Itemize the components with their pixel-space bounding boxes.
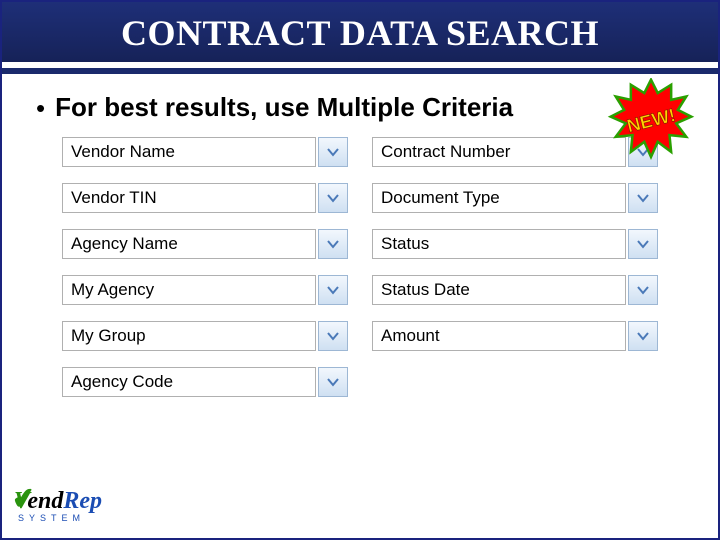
field-label: Vendor TIN bbox=[62, 183, 316, 213]
chevron-down-icon bbox=[326, 237, 340, 251]
field-status: Status bbox=[372, 229, 658, 259]
chevron-down-icon bbox=[636, 329, 650, 343]
dropdown-button[interactable] bbox=[628, 321, 658, 351]
dropdown-button[interactable] bbox=[628, 229, 658, 259]
field-status-date: Status Date bbox=[372, 275, 658, 305]
field-label: Status Date bbox=[372, 275, 626, 305]
field-agency-name: Agency Name bbox=[62, 229, 348, 259]
field-label: Agency Name bbox=[62, 229, 316, 259]
dropdown-button[interactable] bbox=[628, 183, 658, 213]
vendrep-logo: ✔ VendRep SYSTEM bbox=[14, 488, 144, 530]
left-column: Vendor Name Vendor TIN Agency Name My Ag… bbox=[62, 137, 348, 413]
page-title: CONTRACT DATA SEARCH bbox=[2, 2, 718, 68]
field-label: Agency Code bbox=[62, 367, 316, 397]
criteria-columns: Vendor Name Vendor TIN Agency Name My Ag… bbox=[2, 131, 718, 413]
bullet-icon: • bbox=[36, 95, 45, 121]
chevron-down-icon bbox=[326, 329, 340, 343]
field-label: Contract Number bbox=[372, 137, 626, 167]
field-vendor-name: Vendor Name bbox=[62, 137, 348, 167]
field-label: Document Type bbox=[372, 183, 626, 213]
field-agency-code: Agency Code bbox=[62, 367, 348, 397]
dropdown-button[interactable] bbox=[628, 275, 658, 305]
dropdown-button[interactable] bbox=[318, 137, 348, 167]
dropdown-button[interactable] bbox=[318, 183, 348, 213]
field-label: Vendor Name bbox=[62, 137, 316, 167]
field-my-agency: My Agency bbox=[62, 275, 348, 305]
dropdown-button[interactable] bbox=[318, 275, 348, 305]
field-vendor-tin: Vendor TIN bbox=[62, 183, 348, 213]
chevron-down-icon bbox=[326, 375, 340, 389]
field-label: Status bbox=[372, 229, 626, 259]
field-label: My Agency bbox=[62, 275, 316, 305]
chevron-down-icon bbox=[326, 283, 340, 297]
chevron-down-icon bbox=[636, 191, 650, 205]
subtitle-text: For best results, use Multiple Criteria bbox=[55, 92, 513, 123]
field-label: Amount bbox=[372, 321, 626, 351]
field-document-type: Document Type bbox=[372, 183, 658, 213]
chevron-down-icon bbox=[326, 191, 340, 205]
logo-subtext: SYSTEM bbox=[14, 513, 144, 523]
subtitle-row: • For best results, use Multiple Criteri… bbox=[2, 74, 718, 131]
field-amount: Amount bbox=[372, 321, 658, 351]
chevron-down-icon bbox=[636, 237, 650, 251]
chevron-down-icon bbox=[326, 145, 340, 159]
new-badge-icon: NEW! bbox=[606, 78, 696, 162]
dropdown-button[interactable] bbox=[318, 229, 348, 259]
checkmark-icon: ✔ bbox=[10, 481, 38, 517]
slide: CONTRACT DATA SEARCH • For best results,… bbox=[0, 0, 720, 540]
dropdown-button[interactable] bbox=[318, 321, 348, 351]
dropdown-button[interactable] bbox=[318, 367, 348, 397]
chevron-down-icon bbox=[636, 283, 650, 297]
field-my-group: My Group bbox=[62, 321, 348, 351]
right-column: Contract Number Document Type Status Sta… bbox=[372, 137, 658, 413]
logo-rep: Rep bbox=[63, 488, 102, 514]
field-label: My Group bbox=[62, 321, 316, 351]
